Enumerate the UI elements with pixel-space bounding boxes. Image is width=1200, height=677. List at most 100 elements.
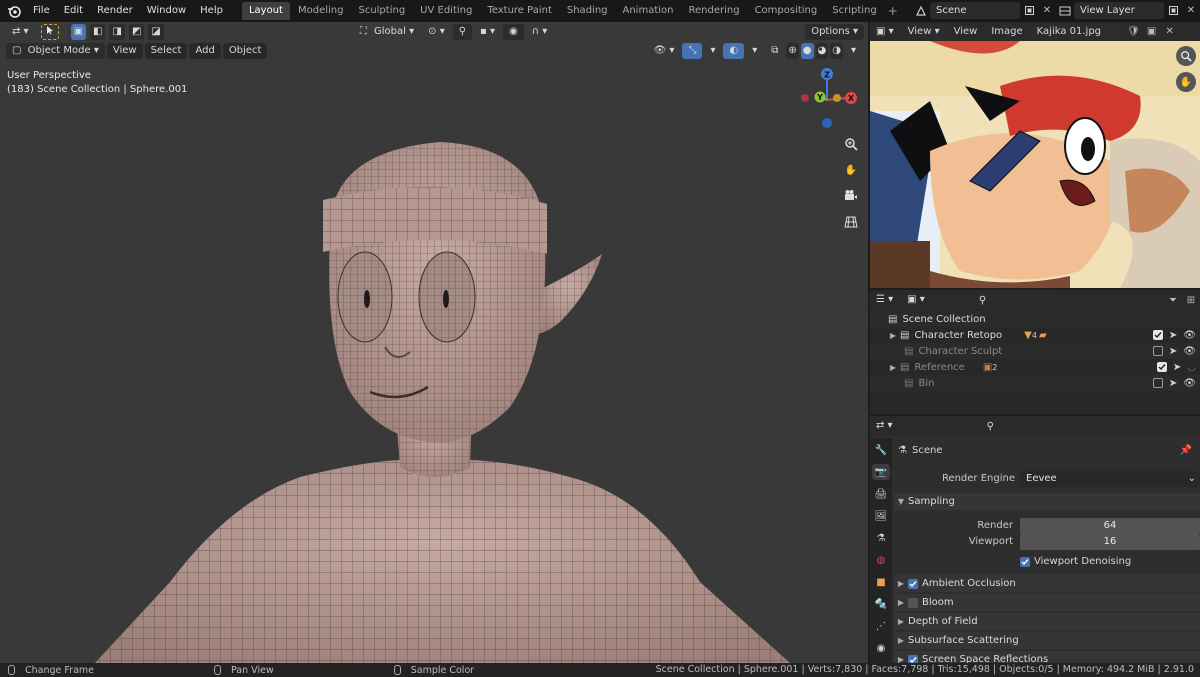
- editor-type-button[interactable]: ⇄ ▾: [6, 24, 35, 40]
- view-layer-field[interactable]: View Layer: [1074, 2, 1164, 19]
- tab-shading[interactable]: Shading: [560, 2, 615, 20]
- overlay-toggle-icon[interactable]: ◐: [723, 42, 745, 59]
- image-close-icon[interactable]: ✕: [1161, 23, 1179, 40]
- image-zoom-icon[interactable]: [1176, 46, 1196, 66]
- outliner-root[interactable]: ▤ Scene Collection: [870, 311, 1200, 327]
- new-scene-icon[interactable]: [1020, 2, 1038, 19]
- expand-arrow-icon[interactable]: ▶: [894, 579, 908, 588]
- tab-modeling[interactable]: Modeling: [291, 2, 351, 20]
- image-new-icon[interactable]: ▣: [1143, 23, 1161, 40]
- menu-window[interactable]: Window: [140, 0, 193, 22]
- menu-view[interactable]: View: [106, 42, 143, 59]
- proportional-edit-icon[interactable]: ◉: [503, 23, 524, 40]
- delete-view-layer-icon[interactable]: ✕: [1182, 2, 1200, 19]
- object-tab-icon[interactable]: ■: [872, 574, 890, 590]
- snap-icon[interactable]: ⚲: [452, 23, 473, 40]
- outliner-item-character-sculpt[interactable]: ▤ Character Sculpt ➤ 👁: [870, 343, 1200, 359]
- selectable-arrow-icon[interactable]: ➤: [1169, 378, 1177, 389]
- select-tool-icon[interactable]: [40, 23, 59, 40]
- expand-arrow-icon[interactable]: ▶: [894, 598, 908, 607]
- depth-of-field-panel[interactable]: ▶ Depth of Field: [894, 613, 1200, 630]
- gizmo-dropdown-icon[interactable]: ▾: [704, 43, 721, 59]
- visibility-eye-icon[interactable]: 👁: [1183, 346, 1196, 357]
- pin-icon[interactable]: 📌: [1180, 445, 1192, 456]
- pivot-point-icon[interactable]: ⊙ ▾: [422, 24, 451, 40]
- image-editor-type-icon[interactable]: ▣ ▾: [870, 24, 900, 40]
- exclude-checkbox[interactable]: [1152, 346, 1163, 356]
- xray-toggle-icon[interactable]: ⧉: [765, 43, 784, 59]
- shading-material-icon[interactable]: ◕: [815, 42, 829, 59]
- tab-layout[interactable]: Layout: [241, 2, 290, 20]
- visibility-eye-icon[interactable]: 👁 ▾: [648, 43, 681, 59]
- outliner-search-input[interactable]: ⚲: [972, 291, 1061, 309]
- view-layer-tab-icon[interactable]: 🖼: [872, 508, 890, 524]
- transform-orientation-dropdown[interactable]: ⛶ Global ▾: [354, 24, 420, 40]
- menu-help[interactable]: Help: [193, 0, 230, 22]
- menu-file[interactable]: File: [26, 0, 57, 22]
- camera-view-icon[interactable]: [841, 186, 861, 206]
- tool-tab-icon[interactable]: 🔧: [872, 442, 890, 458]
- ortho-grid-icon[interactable]: [841, 212, 861, 232]
- modifier-tab-icon[interactable]: 🔩: [872, 596, 890, 612]
- expand-arrow-icon[interactable]: ▶: [894, 617, 908, 626]
- render-samples-field[interactable]: 64: [1020, 517, 1200, 534]
- shading-rendered-icon[interactable]: ◑: [830, 42, 843, 59]
- new-view-layer-icon[interactable]: [1164, 2, 1182, 19]
- tab-texture-paint[interactable]: Texture Paint: [480, 2, 559, 20]
- exclude-checkbox[interactable]: [1152, 330, 1163, 340]
- gizmo-toggle-icon[interactable]: ⤡: [682, 42, 703, 59]
- selectable-arrow-icon[interactable]: ➤: [1173, 362, 1181, 373]
- display-mode-icon[interactable]: ▣ ▾: [901, 292, 931, 308]
- select-extend-icon[interactable]: ◧: [90, 23, 106, 40]
- tab-rendering[interactable]: Rendering: [681, 2, 746, 20]
- image-name-field[interactable]: Kajika 01.jpg: [1030, 23, 1123, 40]
- scene-field[interactable]: Scene: [930, 2, 1020, 19]
- tab-uv-editing[interactable]: UV Editing: [413, 2, 479, 20]
- expand-arrow-icon[interactable]: ▶: [894, 655, 908, 663]
- output-tab-icon[interactable]: 🖨: [872, 486, 890, 502]
- particles-tab-icon[interactable]: ⋰: [872, 618, 890, 634]
- expand-arrow-icon[interactable]: ▶: [886, 363, 900, 372]
- image-view-mode-dropdown[interactable]: View ▾: [901, 23, 946, 40]
- ambient-occlusion-panel[interactable]: ▶ Ambient Occlusion: [894, 575, 1200, 592]
- tab-sculpting[interactable]: Sculpting: [351, 2, 412, 20]
- checkbox-on[interactable]: [908, 578, 918, 589]
- mode-dropdown[interactable]: ▢ Object Mode ▾: [6, 42, 105, 59]
- selectable-arrow-icon[interactable]: ➤: [1169, 346, 1177, 357]
- exclude-checkbox[interactable]: [1152, 378, 1163, 388]
- image-editor[interactable]: ▣ ▾ View ▾ View Image Kajika 01.jpg 🛡 ▣ …: [870, 22, 1200, 288]
- select-subtract-icon[interactable]: ◨: [109, 23, 125, 40]
- select-invert-icon[interactable]: ◩: [128, 23, 145, 40]
- viewport-samples-field[interactable]: 16: [1020, 533, 1200, 550]
- select-new-icon[interactable]: ▣: [70, 23, 87, 40]
- scene-icon[interactable]: [912, 2, 930, 19]
- pan-hand-icon[interactable]: ✋: [841, 160, 861, 180]
- scene-tab-icon[interactable]: ⚗: [872, 530, 890, 546]
- image-menu-image[interactable]: Image: [985, 24, 1028, 40]
- screen-space-reflections-panel[interactable]: ▶ Screen Space Reflections: [894, 651, 1200, 663]
- image-pan-hand-icon[interactable]: ✋: [1176, 72, 1196, 92]
- physics-tab-icon[interactable]: ◉: [872, 640, 890, 656]
- navigation-gizmo[interactable]: Z Y X: [798, 60, 868, 130]
- subsurface-scattering-panel[interactable]: ▶ Subsurface Scattering: [894, 632, 1200, 649]
- render-tab-icon[interactable]: 📷: [872, 464, 890, 480]
- outliner-item-bin[interactable]: ▤ Bin ➤ 👁: [870, 375, 1200, 391]
- bloom-panel[interactable]: ▶ Bloom: [894, 594, 1200, 611]
- new-collection-icon[interactable]: ⊞: [1182, 292, 1200, 309]
- outliner[interactable]: ☰ ▾ ▣ ▾ ⚲ ⏷ ⊞ ▤ Scene Collection ▶ ▤ Cha…: [870, 290, 1200, 414]
- sampling-panel-header[interactable]: ▼ Sampling: [894, 493, 1200, 510]
- properties-search-input[interactable]: ⚲: [980, 417, 1069, 435]
- checkbox-off[interactable]: [908, 597, 918, 608]
- render-engine-dropdown[interactable]: Eevee ⌄: [1020, 470, 1200, 487]
- menu-edit[interactable]: Edit: [57, 0, 90, 22]
- add-workspace-button[interactable]: +: [885, 4, 901, 18]
- expand-arrow-icon[interactable]: ▶: [886, 331, 900, 340]
- falloff-icon[interactable]: ∩ ▾: [526, 24, 554, 40]
- overlay-dropdown-icon[interactable]: ▾: [746, 43, 763, 59]
- blender-logo-icon[interactable]: [4, 0, 24, 22]
- menu-select[interactable]: Select: [144, 42, 188, 59]
- viewport-denoising-checkbox[interactable]: Viewport Denoising: [1020, 556, 1131, 567]
- select-intersect-icon[interactable]: ◪: [148, 23, 164, 40]
- 3d-viewport[interactable]: ⇄ ▾ ▣ ◧ ◨ ◩ ◪ ⛶ Global ▾ ⊙ ▾ ⚲ ▪ ▾ ◉ ∩ ▾…: [0, 22, 868, 663]
- shading-wireframe-icon[interactable]: ⊕: [786, 42, 799, 59]
